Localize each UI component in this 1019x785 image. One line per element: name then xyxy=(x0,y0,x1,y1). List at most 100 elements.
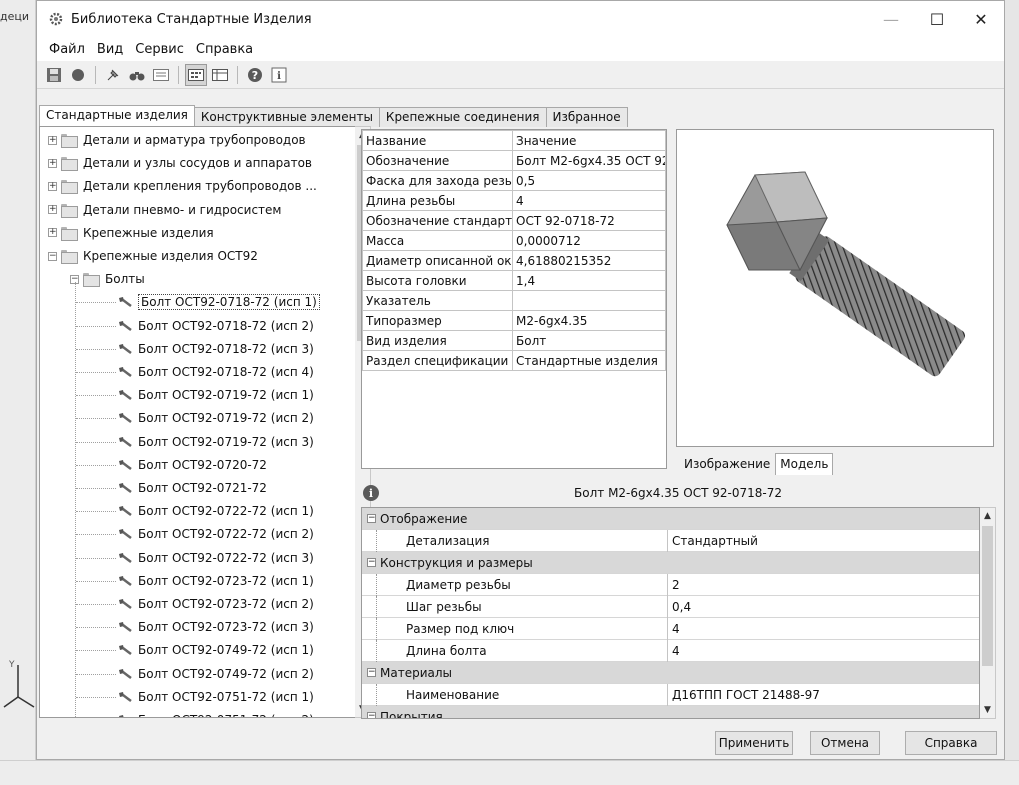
expander-icon[interactable]: + xyxy=(48,158,57,168)
grid-view-icon[interactable] xyxy=(185,63,207,86)
tree-item[interactable]: Болт ОСТ92-0718-72 (исп 3) xyxy=(118,338,314,360)
property-row[interactable]: Вид изделия Болт xyxy=(362,330,666,351)
grid-category-row[interactable]: − Материалы xyxy=(362,662,979,684)
grid-category-row[interactable]: − Отображение xyxy=(362,508,979,530)
property-row[interactable]: Диаметр описанной окружности4,6188021535… xyxy=(362,250,666,271)
property-grid-scrollbar[interactable]: ▲ ▼ xyxy=(980,507,996,719)
property-row[interactable]: Масса 0,0000712 xyxy=(362,230,666,251)
collapse-icon[interactable]: − xyxy=(367,668,376,677)
help-button[interactable]: Справка xyxy=(905,731,997,755)
list-icon[interactable] xyxy=(150,64,172,86)
tree-category[interactable]: + Детали и узлы сосудов и аппаратов xyxy=(48,152,312,174)
tree-item[interactable]: Болт ОСТ92-0751-72 (исп 2) xyxy=(118,709,314,717)
tree-category[interactable]: + Детали и арматура трубопроводов xyxy=(48,129,306,151)
scroll-down-icon[interactable]: ▼ xyxy=(980,702,995,718)
tree-item-label: Болт ОСТ92-0718-72 (исп 3) xyxy=(138,341,314,356)
tree-category[interactable]: + Детали крепления трубопроводов ... xyxy=(48,175,317,197)
tree-item[interactable]: Болт ОСТ92-0723-72 (исп 3) xyxy=(118,616,314,638)
tree-item[interactable]: Болт ОСТ92-0718-72 (исп 1) xyxy=(118,291,320,313)
property-row[interactable]: ОбозначениеБолт М2-6gх4.35 ОСТ 92-0718-7… xyxy=(362,150,666,171)
info-icon[interactable]: i xyxy=(268,64,290,86)
tab-model[interactable]: Модель xyxy=(775,453,834,475)
record-icon[interactable] xyxy=(67,64,89,86)
tab-favorites[interactable]: Избранное xyxy=(545,107,628,127)
save-icon[interactable] xyxy=(43,64,65,86)
collapse-icon[interactable]: − xyxy=(367,712,376,718)
pin-icon[interactable] xyxy=(102,64,124,86)
property-name: Типоразмер xyxy=(362,310,513,331)
property-row[interactable]: Высота головки 1,4 xyxy=(362,270,666,291)
property-row[interactable]: Обозначение стандарта ОСТ 92-0718-72 xyxy=(362,210,666,231)
bolt-icon xyxy=(118,598,132,610)
tree-item[interactable]: Болт ОСТ92-0751-72 (исп 1) xyxy=(118,686,314,708)
property-row[interactable]: Раздел спецификации Стандартные изделия xyxy=(362,350,666,371)
tab-standard-items[interactable]: Стандартные изделия xyxy=(39,105,195,127)
menu-help[interactable]: Справка xyxy=(190,42,259,57)
tree-item[interactable]: Болт ОСТ92-0722-72 (исп 3) xyxy=(118,547,314,569)
tree-item[interactable]: Болт ОСТ92-0720-72 xyxy=(118,454,267,476)
tree-category[interactable]: − Крепежные изделия ОСТ92 xyxy=(48,245,258,267)
property-grid-scroll-thumb[interactable] xyxy=(982,526,993,666)
apply-button[interactable]: Применить xyxy=(715,731,793,755)
grid-property-row[interactable]: Шаг резьбы 0,4 xyxy=(362,595,979,618)
tab-structural-elements[interactable]: Конструктивные элементы xyxy=(193,107,380,127)
tree-item[interactable]: Болт ОСТ92-0749-72 (исп 1) xyxy=(118,639,314,661)
tree-item[interactable]: Болт ОСТ92-0722-72 (исп 2) xyxy=(118,523,314,545)
menu-file[interactable]: Файл xyxy=(43,42,91,57)
grid-property-row[interactable]: Диаметр резьбы 2 xyxy=(362,573,979,596)
expander-icon[interactable]: + xyxy=(48,228,57,238)
expander-icon[interactable]: − xyxy=(48,251,57,261)
tree-item[interactable]: Болт ОСТ92-0721-72 xyxy=(118,477,267,499)
property-row[interactable]: Указатель xyxy=(362,290,666,311)
tree-item[interactable]: Болт ОСТ92-0718-72 (исп 2) xyxy=(118,315,314,337)
tab-fastener-joints[interactable]: Крепежные соединения xyxy=(378,107,547,127)
grid-property-row[interactable]: Длина болта 4 xyxy=(362,639,979,662)
tree-item[interactable]: Болт ОСТ92-0719-72 (исп 2) xyxy=(118,407,314,429)
grid-value-cell[interactable]: 2 xyxy=(668,578,979,592)
library-gear-icon xyxy=(49,12,63,26)
help-icon[interactable]: ? xyxy=(244,64,266,86)
tab-image[interactable]: Изображение xyxy=(679,453,775,475)
catalog-tree[interactable]: + Детали и арматура трубопроводов + Детали … xyxy=(39,126,357,718)
close-button[interactable]: ✕ xyxy=(958,1,1004,37)
grid-value-cell[interactable]: 0,4 xyxy=(668,600,979,614)
grid-value-cell[interactable]: 4 xyxy=(668,644,979,658)
expander-icon[interactable]: + xyxy=(48,205,57,215)
tree-item[interactable]: Болт ОСТ92-0719-72 (исп 1) xyxy=(118,384,314,406)
find-icon[interactable] xyxy=(126,64,148,86)
collapse-icon[interactable]: − xyxy=(367,514,376,523)
grid-value-cell[interactable]: Д16ТПП ГОСТ 21488-97 xyxy=(668,688,979,702)
tree-item[interactable]: Болт ОСТ92-0749-72 (исп 2) xyxy=(118,663,314,685)
expander-icon[interactable]: + xyxy=(48,135,57,145)
cancel-button[interactable]: Отмена xyxy=(810,731,880,755)
grid-category-row[interactable]: − Покрытия xyxy=(362,706,979,718)
tree-item[interactable]: Болт ОСТ92-0718-72 (исп 4) xyxy=(118,361,314,383)
tree-item[interactable]: Болт ОСТ92-0723-72 (исп 1) xyxy=(118,570,314,592)
grid-category-row[interactable]: − Конструкция и размеры xyxy=(362,552,979,574)
tree-category[interactable]: + Детали пневмо- и гидросистем xyxy=(48,199,281,221)
tree-item[interactable]: Болт ОСТ92-0722-72 (исп 1) xyxy=(118,500,314,522)
tree-connector xyxy=(76,325,116,327)
minimize-button[interactable]: — xyxy=(868,1,914,37)
menu-view[interactable]: Вид xyxy=(91,42,129,57)
menu-service[interactable]: Сервис xyxy=(129,42,190,57)
grid-value-cell[interactable]: Стандартный xyxy=(668,534,979,548)
tree-category[interactable]: + Крепежные изделия xyxy=(48,222,214,244)
grid-value-cell[interactable]: 4 xyxy=(668,622,979,636)
tree-item[interactable]: Болт ОСТ92-0723-72 (исп 2) xyxy=(118,593,314,615)
tree-item[interactable]: Болт ОСТ92-0719-72 (исп 3) xyxy=(118,431,314,453)
property-grid[interactable]: − Отображение Детализация Стандартный − Конст… xyxy=(361,507,980,719)
expander-icon[interactable]: + xyxy=(48,181,57,191)
property-row[interactable]: Фаска для захода резьбы 0,5 xyxy=(362,170,666,191)
tree-item-label: Болт ОСТ92-0720-72 xyxy=(138,457,267,472)
grid-property-row[interactable]: Наименование Д16ТПП ГОСТ 21488-97 xyxy=(362,683,979,706)
collapse-icon[interactable]: − xyxy=(367,558,376,567)
grid-property-row[interactable]: Детализация Стандартный xyxy=(362,529,979,552)
table-view-icon[interactable] xyxy=(209,64,231,86)
maximize-button[interactable]: ☐ xyxy=(914,1,960,37)
tree-subfolder[interactable]: − Болты xyxy=(70,268,145,290)
grid-property-row[interactable]: Размер под ключ 4 xyxy=(362,617,979,640)
scroll-up-icon[interactable]: ▲ xyxy=(980,508,995,524)
property-row[interactable]: Типоразмер М2-6gх4.35 xyxy=(362,310,666,331)
property-row[interactable]: Длина резьбы 4 xyxy=(362,190,666,211)
